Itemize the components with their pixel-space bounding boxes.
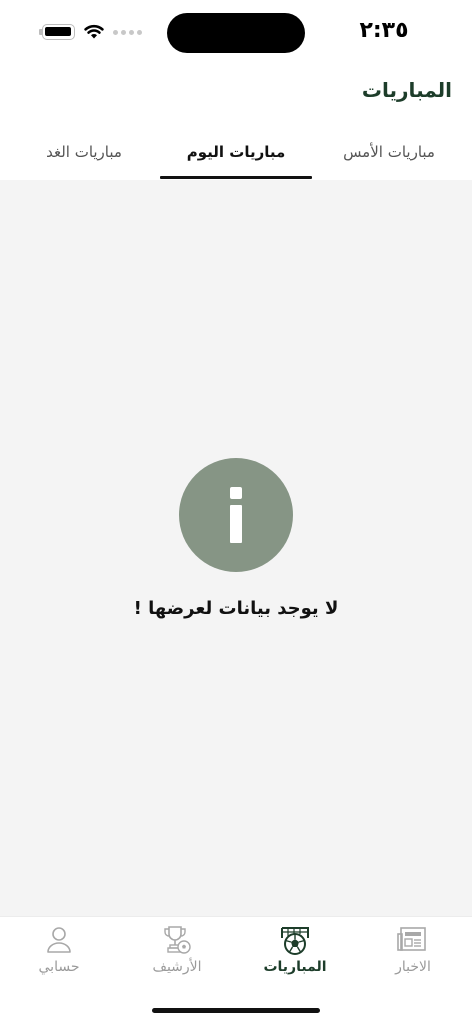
status-bar: ٢:٣٥ [0, 0, 472, 64]
soccer-goal-icon [281, 927, 309, 955]
info-icon [179, 458, 293, 572]
nav-item-matches[interactable]: المباريات [240, 923, 350, 983]
match-day-tabs: مباريات الأمس مباريات اليوم مباريات الغد [0, 124, 472, 180]
battery-icon [42, 24, 75, 40]
newspaper-icon [397, 927, 426, 951]
tab-today-matches[interactable]: مباريات اليوم [160, 124, 312, 180]
nav-item-account[interactable]: حسابي [4, 923, 114, 983]
status-time: ٢:٣٥ [359, 18, 409, 43]
empty-state-message: لا يوجد بيانات لعرضها ! [133, 598, 339, 619]
cellular-signal-icon [113, 30, 142, 35]
person-icon [47, 927, 71, 953]
nav-label-account: حسابي [38, 959, 80, 975]
matches-content-area: لا يوجد بيانات لعرضها ! [0, 180, 472, 916]
page-title: المباريات [361, 78, 452, 102]
home-indicator[interactable] [152, 1008, 320, 1013]
nav-label-news: الاخبار [395, 959, 431, 975]
nav-label-matches: المباريات [263, 959, 327, 975]
battery-cap [39, 29, 42, 35]
trophy-icon [164, 926, 191, 954]
active-tab-indicator [160, 176, 312, 179]
wifi-icon [84, 24, 104, 39]
nav-label-archive: الأرشيف [152, 959, 202, 975]
tab-yesterday-matches[interactable]: مباريات الأمس [315, 124, 463, 180]
nav-item-archive[interactable]: الأرشيف [122, 923, 232, 983]
nav-item-news[interactable]: الاخبار [358, 923, 468, 983]
dynamic-island [167, 13, 305, 53]
tab-tomorrow-matches[interactable]: مباريات الغد [10, 124, 158, 180]
